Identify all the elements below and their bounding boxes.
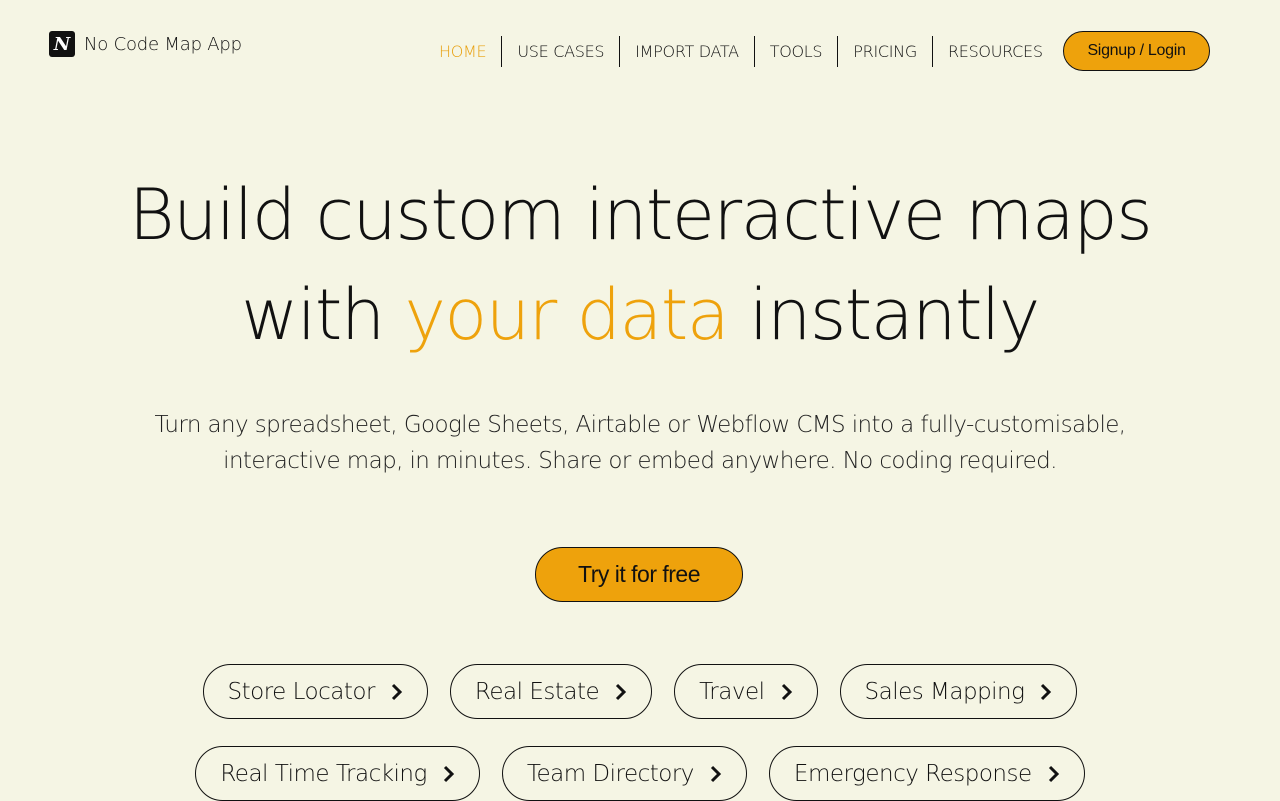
use-case-chip-store-locator[interactable]: Store Locator: [202, 664, 428, 719]
nav-item-tools[interactable]: TOOLS: [753, 36, 838, 67]
chevron-right-icon: [441, 764, 457, 784]
nav-item-pricing[interactable]: PRICING: [837, 36, 932, 67]
chevron-right-icon: [389, 682, 405, 702]
use-case-chip-real-estate[interactable]: Real Estate: [449, 664, 653, 719]
hero-title-line1: Build custom interactive maps: [128, 174, 1153, 256]
nav-item-use-cases[interactable]: USE CASES: [501, 36, 619, 67]
use-case-row-2: Real Time Tracking Team Directory Emerge…: [0, 746, 1280, 801]
nav-item-home[interactable]: HOME: [424, 36, 501, 67]
chevron-right-icon: [1038, 682, 1054, 702]
chip-label: Real Time Tracking: [220, 760, 427, 787]
chevron-right-icon: [708, 764, 724, 784]
brand-logo-icon: N: [49, 31, 75, 57]
hero-title-accent: your data: [404, 274, 729, 356]
brand-name: No Code Map App: [84, 33, 242, 55]
hero-title-line2-post: instantly: [728, 274, 1040, 356]
use-case-row-1: Store Locator Real Estate Travel Sales M…: [0, 664, 1280, 719]
chevron-right-icon: [779, 682, 795, 702]
main-nav: HOME USE CASES IMPORT DATA TOOLS PRICING…: [424, 36, 1058, 67]
chip-label: Real Estate: [474, 678, 600, 705]
use-case-chip-sales-mapping[interactable]: Sales Mapping: [839, 664, 1078, 719]
use-case-chip-travel[interactable]: Travel: [674, 664, 818, 719]
chip-label: Store Locator: [227, 678, 376, 705]
signup-login-button[interactable]: Signup / Login: [1063, 31, 1210, 71]
nav-item-import-data[interactable]: IMPORT DATA: [619, 36, 754, 67]
use-case-chip-real-time-tracking[interactable]: Real Time Tracking: [195, 746, 480, 801]
try-free-button[interactable]: Try it for free: [535, 547, 743, 602]
hero-subtitle: Turn any spreadsheet, Google Sheets, Air…: [154, 412, 1126, 474]
chip-label: Sales Mapping: [864, 678, 1025, 705]
nav-item-resources[interactable]: RESOURCES: [931, 36, 1058, 67]
brand[interactable]: N No Code Map App: [49, 31, 242, 57]
chip-label: Team Directory: [526, 760, 695, 787]
site-header: N No Code Map App HOME USE CASES IMPORT …: [0, 0, 1280, 100]
hero-title-line2-pre: with: [241, 274, 405, 356]
chevron-right-icon: [613, 682, 629, 702]
chevron-right-icon: [1046, 764, 1062, 784]
chip-label: Emergency Response: [793, 760, 1032, 787]
use-case-chip-emergency-response[interactable]: Emergency Response: [768, 746, 1085, 801]
use-case-chip-team-directory[interactable]: Team Directory: [501, 746, 747, 801]
chip-label: Travel: [699, 678, 765, 705]
hero-title: Build custom interactive maps with your …: [0, 165, 1280, 365]
